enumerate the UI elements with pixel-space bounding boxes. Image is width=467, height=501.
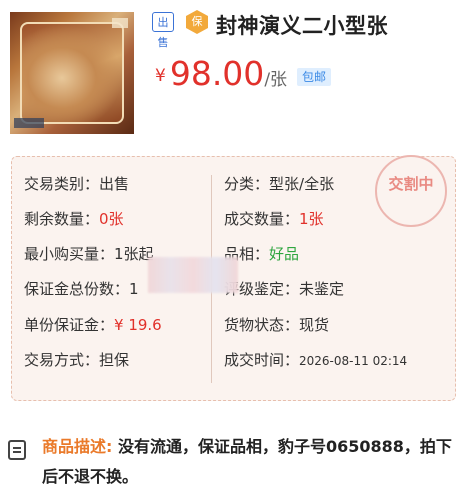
category-row: 分类：型张/全张 <box>224 173 334 194</box>
deposit-shares-row: 保证金总份数：1 <box>24 278 139 299</box>
unit-deposit-label: 单份保证金： <box>24 316 115 334</box>
currency-symbol: ¥ <box>155 66 166 86</box>
deal-time-value: 2026-08-11 02:14 <box>299 354 408 368</box>
trade-type-label: 交易类别： <box>24 175 100 193</box>
product-thumbnail[interactable] <box>10 12 134 134</box>
trade-type-row: 交易类别：出售 <box>24 173 129 194</box>
trade-info-panel: 交割中 交易类别：出售 剩余数量：0张 最小购买量：1张起 保证金总份数：1 单… <box>11 155 456 401</box>
deal-qty-value: 1张 <box>299 210 324 228</box>
document-icon <box>8 440 26 460</box>
guarantee-badge-icon: 保 <box>186 10 208 34</box>
deal-time-row: 成交时间：2026-08-11 02:14 <box>224 349 407 370</box>
trade-method-value: 担保 <box>99 351 130 369</box>
goods-status-value: 现货 <box>299 316 330 334</box>
price: ¥98.00/张 <box>155 54 287 93</box>
goods-status-label: 货物状态： <box>224 316 300 334</box>
stamp-text: 交割中 <box>388 175 434 193</box>
delivering-stamp: 交割中 <box>375 155 447 227</box>
deal-qty-label: 成交数量： <box>224 210 300 228</box>
trade-type-value: 出售 <box>99 175 130 193</box>
image-detail <box>112 18 128 28</box>
deal-time-label: 成交时间： <box>224 351 300 369</box>
category-value: 型张/全张 <box>269 175 335 193</box>
unit-deposit-value: ¥ 19.6 <box>114 316 162 334</box>
blurred-overlay <box>148 257 238 293</box>
deposit-shares-value: 1 <box>129 280 139 298</box>
remaining-qty-row: 剩余数量：0张 <box>24 208 124 229</box>
price-unit: /张 <box>264 70 288 90</box>
deal-qty-row: 成交数量：1张 <box>224 208 324 229</box>
description-label: 商品描述: <box>42 437 113 456</box>
trade-method-label: 交易方式： <box>24 351 100 369</box>
goods-status-row: 货物状态：现货 <box>224 314 329 335</box>
price-value: 98.00 <box>169 54 265 93</box>
grading-row: 评级鉴定：未鉴定 <box>224 278 344 299</box>
deposit-shares-label: 保证金总份数： <box>24 280 130 298</box>
remaining-qty-value: 0张 <box>99 210 124 228</box>
trade-method-row: 交易方式：担保 <box>24 349 129 370</box>
condition-value: 好品 <box>269 245 300 263</box>
product-title: 封神演义二小型张 <box>216 14 388 38</box>
free-shipping-pill: 包邮 <box>297 68 332 86</box>
unit-deposit-row: 单份保证金：¥ 19.6 <box>24 314 162 335</box>
image-detail <box>14 118 44 128</box>
product-description: 商品描述: 没有流通，保证品相，豹子号0650888，拍下后不退不换。 <box>42 432 452 492</box>
min-purchase-row: 最小购买量：1张起 <box>24 243 154 264</box>
stamp-sheet-image <box>20 22 124 124</box>
remaining-qty-label: 剩余数量： <box>24 210 100 228</box>
category-label: 分类： <box>224 175 270 193</box>
sell-badge: 出售 <box>152 12 174 49</box>
grading-value: 未鉴定 <box>299 280 345 298</box>
min-purchase-label: 最小购买量： <box>24 245 115 263</box>
